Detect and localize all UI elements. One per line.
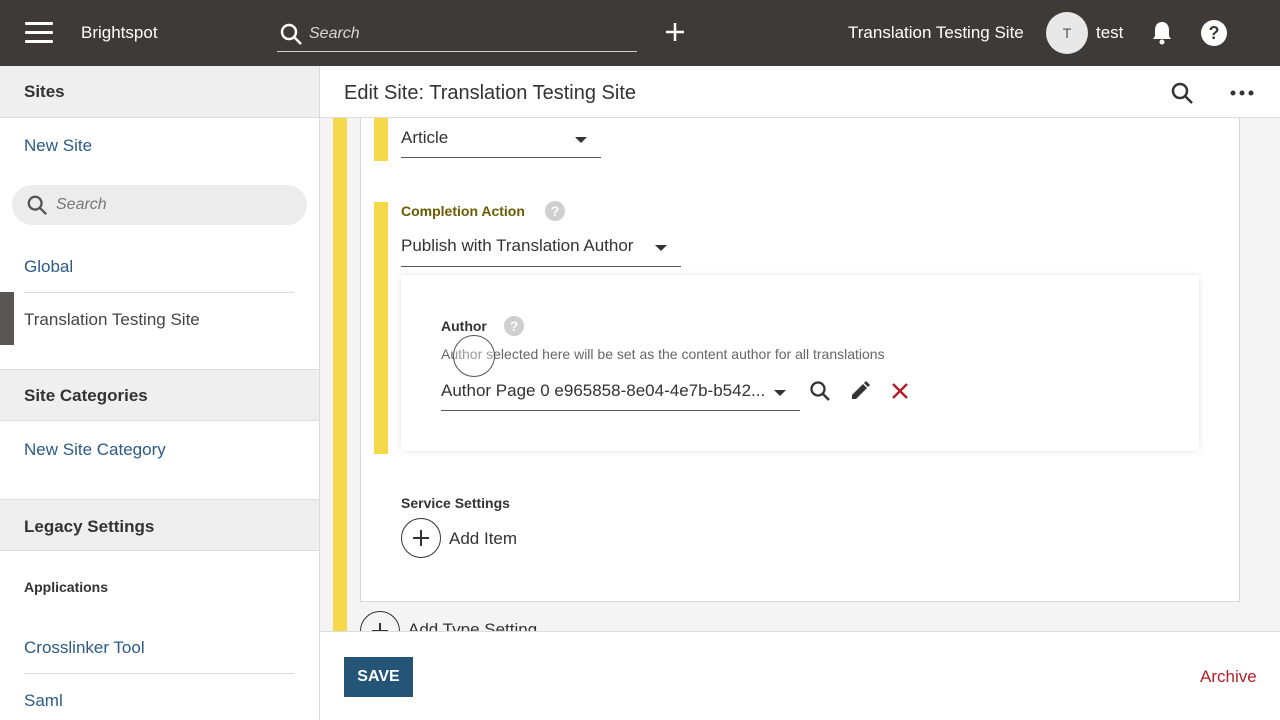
sidebar-search[interactable] xyxy=(12,185,307,225)
sites-section-header: Sites xyxy=(0,66,319,118)
author-label: Author xyxy=(441,318,487,334)
divider xyxy=(24,673,294,674)
add-item-icon[interactable] xyxy=(401,518,441,558)
search-icon[interactable] xyxy=(1170,81,1194,105)
chevron-down-icon xyxy=(655,245,667,251)
field-indicator xyxy=(374,202,388,454)
top-bar: Brightspot Translation Testing Site T te… xyxy=(0,0,1280,66)
completion-action-value: Publish with Translation Author xyxy=(401,236,634,255)
footer-bar: SAVE Archive xyxy=(320,631,1280,720)
sidebar-item-saml[interactable]: Saml xyxy=(24,691,63,711)
bell-icon[interactable] xyxy=(1150,20,1174,46)
sidebar: Sites New Site Global Translation Testin… xyxy=(0,66,320,720)
more-options-icon[interactable] xyxy=(1228,81,1256,105)
current-site-name[interactable]: Translation Testing Site xyxy=(848,23,1024,43)
site-categories-title: Site Categories xyxy=(24,386,148,405)
content-area: Article Completion Action ? Publish with… xyxy=(320,118,1280,631)
page-title: Edit Site: Translation Testing Site xyxy=(344,82,637,104)
new-site-category-link[interactable]: New Site Category xyxy=(24,440,166,460)
sidebar-item-crosslinker[interactable]: Crosslinker Tool xyxy=(24,638,145,658)
author-select-value: Author Page 0 e965858-8e04-4e7b-b542... xyxy=(441,381,766,400)
sites-title: Sites xyxy=(24,82,65,101)
help-icon[interactable]: ? xyxy=(1201,20,1227,46)
active-indicator xyxy=(0,292,14,345)
avatar[interactable]: T xyxy=(1046,12,1088,54)
type-select[interactable]: Article xyxy=(401,128,601,158)
author-description: Author selected here will be set as the … xyxy=(441,346,885,362)
search-icon xyxy=(280,23,302,45)
add-type-setting-icon[interactable] xyxy=(360,611,400,631)
add-type-setting-button[interactable]: Add Type Setting xyxy=(408,620,537,631)
save-button[interactable]: SAVE xyxy=(344,657,413,697)
author-select[interactable]: Author Page 0 e965858-8e04-4e7b-b542... xyxy=(441,381,800,411)
completion-action-select[interactable]: Publish with Translation Author xyxy=(401,236,681,267)
top-search[interactable] xyxy=(277,18,637,52)
top-search-input[interactable] xyxy=(309,22,629,46)
type-setting-card: Article Completion Action ? Publish with… xyxy=(360,118,1240,602)
pencil-icon[interactable] xyxy=(848,379,872,403)
sidebar-item-global[interactable]: Global xyxy=(24,257,73,277)
field-indicator xyxy=(374,118,388,161)
add-item-button[interactable]: Add Item xyxy=(449,529,517,549)
cursor-highlight xyxy=(453,335,495,377)
search-icon[interactable] xyxy=(808,379,832,403)
type-select-value: Article xyxy=(401,128,449,147)
sidebar-item-translation-testing-site[interactable]: Translation Testing Site xyxy=(24,310,200,330)
help-icon[interactable]: ? xyxy=(545,201,565,221)
close-icon[interactable] xyxy=(888,379,912,403)
brand-name[interactable]: Brightspot xyxy=(81,23,158,43)
new-site-link[interactable]: New Site xyxy=(24,136,92,156)
legacy-settings-title: Legacy Settings xyxy=(24,517,155,536)
main-header: Edit Site: Translation Testing Site xyxy=(320,66,1280,118)
help-icon[interactable]: ? xyxy=(504,316,524,336)
service-settings-label: Service Settings xyxy=(401,495,510,511)
chevron-down-icon xyxy=(575,137,587,143)
section-indicator xyxy=(333,118,347,631)
author-subcard: Author ? Author selected here will be se… xyxy=(401,275,1199,451)
legacy-settings-header: Legacy Settings xyxy=(0,499,319,551)
completion-action-label: Completion Action xyxy=(401,203,525,219)
plus-icon[interactable] xyxy=(663,20,687,44)
menu-icon[interactable] xyxy=(25,22,53,44)
chevron-down-icon xyxy=(774,390,786,396)
applications-label: Applications xyxy=(24,579,109,595)
archive-link[interactable]: Archive xyxy=(1200,667,1257,687)
username[interactable]: test xyxy=(1096,23,1123,43)
divider xyxy=(24,292,294,293)
sidebar-search-input[interactable] xyxy=(56,193,296,217)
site-categories-header: Site Categories xyxy=(0,369,319,421)
search-icon xyxy=(27,195,47,215)
